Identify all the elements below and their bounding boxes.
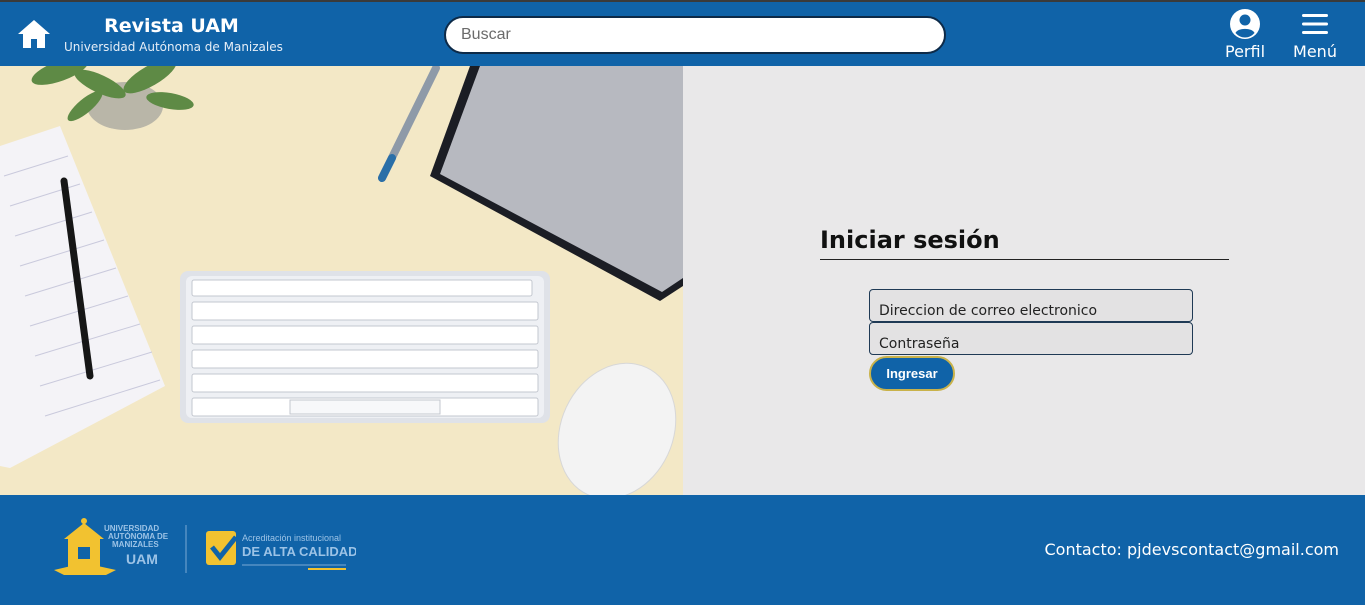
site-subtitle: Universidad Autónoma de Manizales	[64, 40, 283, 54]
menu-label: Menú	[1293, 42, 1337, 61]
home-button[interactable]	[15, 16, 53, 52]
top-navbar: Revista UAM Universidad Autónoma de Mani…	[0, 0, 1365, 66]
footer-logos: UNIVERSIDAD AUTÓNOMA DE MANIZALES UAM Ac…	[46, 515, 358, 579]
title-divider	[820, 259, 1229, 260]
profile-button[interactable]: Perfil	[1220, 8, 1270, 62]
login-panel: Iniciar sesión Ingresar	[683, 66, 1365, 495]
site-brand[interactable]: Revista UAM Universidad Autónoma de Mani…	[64, 14, 283, 56]
desk-illustration	[0, 66, 683, 495]
email-field[interactable]	[869, 289, 1193, 322]
svg-text:Acreditación institucional: Acreditación institucional	[242, 533, 341, 543]
accreditation-logo: Acreditación institucional DE ALTA CALID…	[206, 531, 358, 570]
profile-label: Perfil	[1224, 42, 1266, 61]
svg-text:DE ALTA CALIDAD: DE ALTA CALIDAD	[242, 544, 356, 559]
search-input[interactable]	[444, 16, 946, 54]
user-circle-icon	[1230, 9, 1260, 39]
login-title: Iniciar sesión	[820, 226, 1000, 254]
hero-image-desk	[0, 66, 683, 495]
site-title: Revista UAM	[104, 15, 239, 37]
password-field[interactable]	[869, 322, 1193, 355]
hamburger-icon	[1302, 14, 1328, 34]
svg-text:UAM: UAM	[126, 551, 158, 567]
footer: UNIVERSIDAD AUTÓNOMA DE MANIZALES UAM Ac…	[0, 495, 1365, 605]
svg-text:MANIZALES: MANIZALES	[112, 540, 159, 549]
home-icon	[18, 20, 50, 48]
menu-button[interactable]: Menú	[1290, 8, 1340, 62]
uam-accreditation-logo: UNIVERSIDAD AUTÓNOMA DE MANIZALES UAM Ac…	[54, 518, 358, 575]
uam-logo: UNIVERSIDAD AUTÓNOMA DE MANIZALES UAM	[54, 518, 169, 575]
login-button[interactable]: Ingresar	[869, 356, 955, 391]
contact-email: Contacto: pjdevscontact@gmail.com	[1044, 540, 1340, 559]
